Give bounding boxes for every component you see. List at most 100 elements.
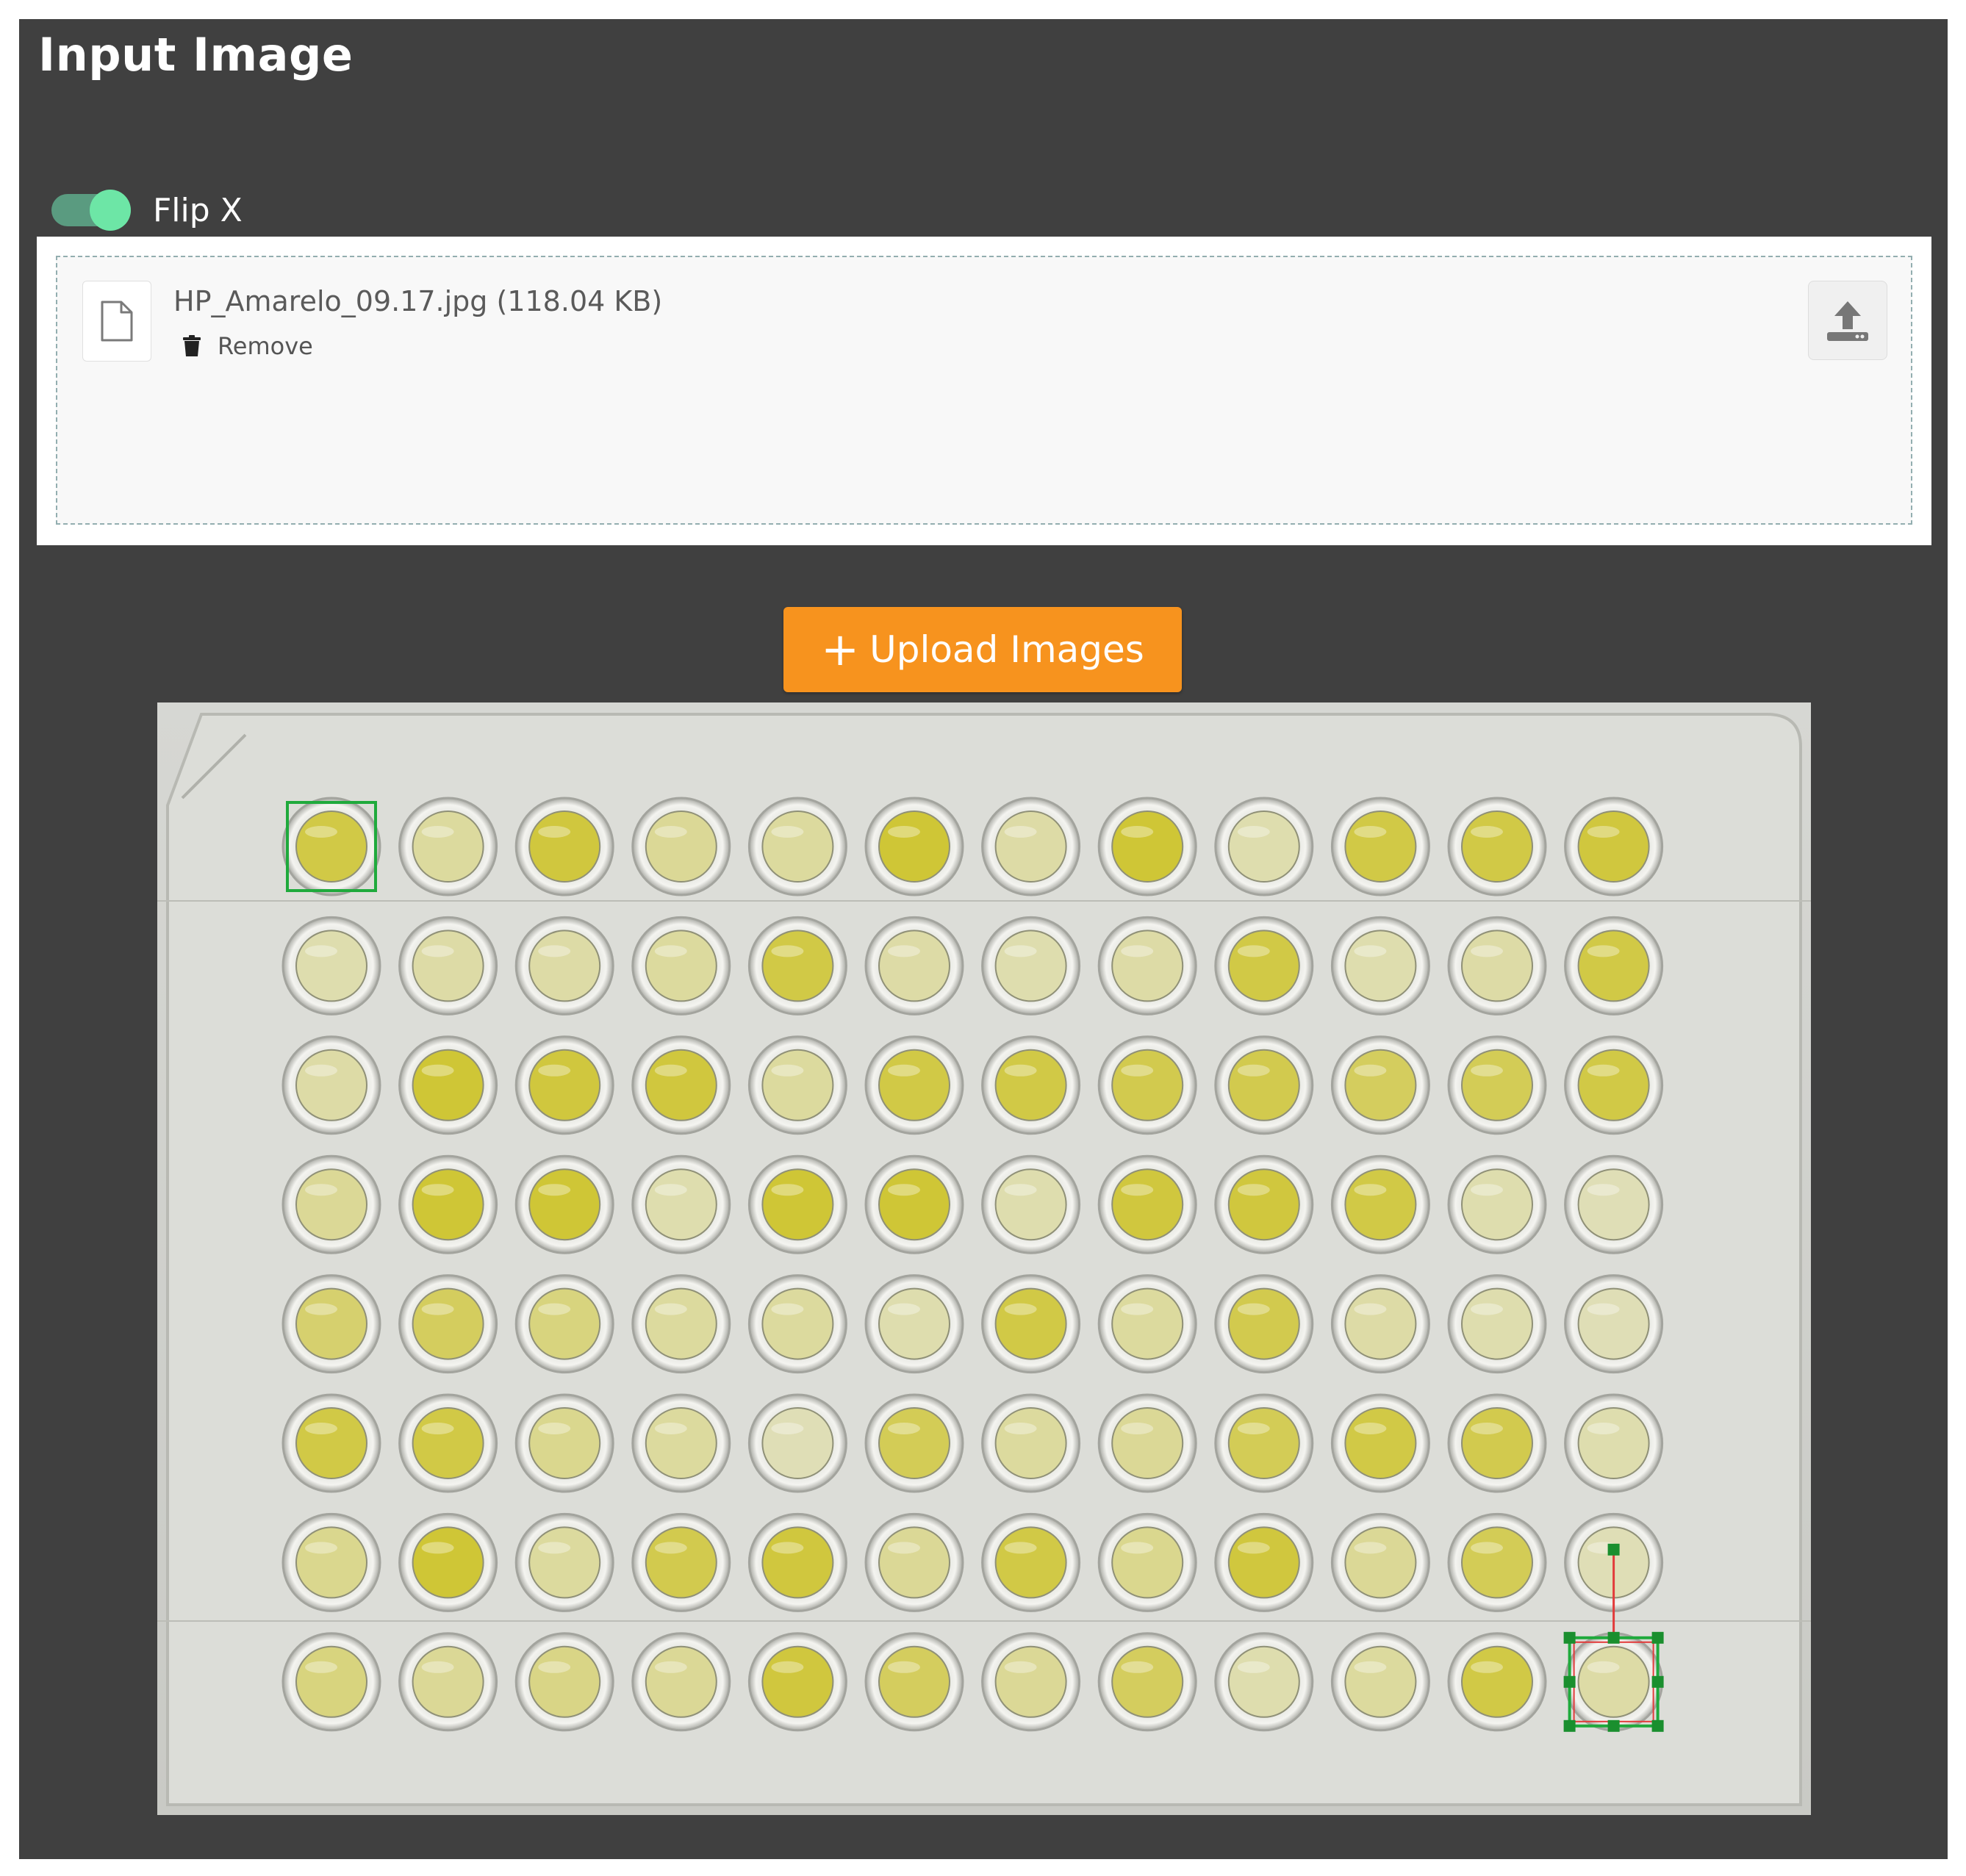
resize-handle[interactable] bbox=[1563, 1719, 1576, 1732]
file-icon bbox=[82, 281, 151, 362]
well-D9 bbox=[1214, 1154, 1314, 1254]
well-F12 bbox=[1564, 1393, 1664, 1493]
well-F1 bbox=[281, 1393, 381, 1493]
well-E8 bbox=[1097, 1274, 1197, 1374]
upload-images-button[interactable]: + Upload Images bbox=[783, 607, 1182, 692]
well-H10 bbox=[1330, 1632, 1430, 1732]
well-G8 bbox=[1097, 1512, 1197, 1612]
well-D7 bbox=[981, 1154, 1081, 1254]
well-A11 bbox=[1447, 797, 1547, 896]
well-F8 bbox=[1097, 1393, 1197, 1493]
well-F10 bbox=[1330, 1393, 1430, 1493]
upload-images-label: Upload Images bbox=[869, 628, 1144, 671]
upload-icon-button[interactable] bbox=[1808, 281, 1887, 360]
well-A1 bbox=[281, 797, 381, 896]
plate-image[interactable] bbox=[157, 702, 1811, 1815]
well-D5 bbox=[747, 1154, 847, 1254]
well-H1 bbox=[281, 1632, 381, 1732]
toggle-knob bbox=[90, 190, 131, 231]
resize-handle[interactable] bbox=[1651, 1675, 1664, 1688]
well-G6 bbox=[864, 1512, 964, 1612]
well-G10 bbox=[1330, 1512, 1430, 1612]
file-dropzone-container: HP_Amarelo_09.17.jpg (118.04 KB) Remove bbox=[37, 237, 1931, 545]
well-B10 bbox=[1330, 916, 1430, 1016]
well-H5 bbox=[747, 1632, 847, 1732]
plus-icon: + bbox=[821, 622, 860, 676]
well-G11 bbox=[1447, 1512, 1547, 1612]
flip-x-toggle[interactable] bbox=[51, 190, 131, 231]
well-F3 bbox=[514, 1393, 614, 1493]
well-A2 bbox=[398, 797, 498, 896]
well-D8 bbox=[1097, 1154, 1197, 1254]
well-F6 bbox=[864, 1393, 964, 1493]
well-G3 bbox=[514, 1512, 614, 1612]
file-name: HP_Amarelo_09.17.jpg (118.04 KB) bbox=[173, 285, 663, 317]
well-C6 bbox=[864, 1035, 964, 1135]
well-B1 bbox=[281, 916, 381, 1016]
well-C7 bbox=[981, 1035, 1081, 1135]
well-A10 bbox=[1330, 797, 1430, 896]
remove-file-button[interactable]: Remove bbox=[182, 332, 313, 360]
well-F9 bbox=[1214, 1393, 1314, 1493]
well-C9 bbox=[1214, 1035, 1314, 1135]
well-G1 bbox=[281, 1512, 381, 1612]
trash-icon bbox=[182, 335, 201, 357]
well-D4 bbox=[631, 1154, 731, 1254]
well-B6 bbox=[864, 916, 964, 1016]
well-C5 bbox=[747, 1035, 847, 1135]
well-C1 bbox=[281, 1035, 381, 1135]
well-H3 bbox=[514, 1632, 614, 1732]
well-D3 bbox=[514, 1154, 614, 1254]
rotate-handle[interactable] bbox=[1607, 1543, 1620, 1556]
well-G9 bbox=[1214, 1512, 1314, 1612]
well-F11 bbox=[1447, 1393, 1547, 1493]
well-G7 bbox=[981, 1512, 1081, 1612]
well-E12 bbox=[1564, 1274, 1664, 1374]
well-F2 bbox=[398, 1393, 498, 1493]
file-dropzone[interactable]: HP_Amarelo_09.17.jpg (118.04 KB) Remove bbox=[56, 256, 1912, 525]
well-H6 bbox=[864, 1632, 964, 1732]
well-A6 bbox=[864, 797, 964, 896]
well-H11 bbox=[1447, 1632, 1547, 1732]
resize-handle[interactable] bbox=[1607, 1631, 1620, 1644]
well-G2 bbox=[398, 1512, 498, 1612]
well-E2 bbox=[398, 1274, 498, 1374]
well-E6 bbox=[864, 1274, 964, 1374]
resize-handle[interactable] bbox=[1563, 1675, 1576, 1688]
input-image-panel: Input Image Flip X HP_Amarelo_09.17.jpg … bbox=[19, 19, 1948, 1859]
well-A9 bbox=[1214, 797, 1314, 896]
resize-handle[interactable] bbox=[1563, 1631, 1576, 1644]
well-D1 bbox=[281, 1154, 381, 1254]
resize-handle[interactable] bbox=[1651, 1631, 1664, 1644]
resize-handle[interactable] bbox=[1651, 1719, 1664, 1732]
well-F5 bbox=[747, 1393, 847, 1493]
well-A7 bbox=[981, 797, 1081, 896]
well-B12 bbox=[1564, 916, 1664, 1016]
well-D12 bbox=[1564, 1154, 1664, 1254]
well-D6 bbox=[864, 1154, 964, 1254]
well-H2 bbox=[398, 1632, 498, 1732]
well-G5 bbox=[747, 1512, 847, 1612]
remove-label: Remove bbox=[218, 332, 313, 360]
well-E3 bbox=[514, 1274, 614, 1374]
well-E7 bbox=[981, 1274, 1081, 1374]
page-title: Input Image bbox=[38, 28, 354, 82]
well-A4 bbox=[631, 797, 731, 896]
well-E9 bbox=[1214, 1274, 1314, 1374]
plate-image-canvas[interactable] bbox=[157, 702, 1811, 1815]
well-C2 bbox=[398, 1035, 498, 1135]
resize-handle[interactable] bbox=[1607, 1719, 1620, 1732]
well-F4 bbox=[631, 1393, 731, 1493]
well-B11 bbox=[1447, 916, 1547, 1016]
well-H4 bbox=[631, 1632, 731, 1732]
well-E5 bbox=[747, 1274, 847, 1374]
well-B9 bbox=[1214, 916, 1314, 1016]
well-H9 bbox=[1214, 1632, 1314, 1732]
well-A12 bbox=[1564, 797, 1664, 896]
flip-x-toggle-row: Flip X bbox=[51, 188, 243, 232]
well-B2 bbox=[398, 916, 498, 1016]
well-E1 bbox=[281, 1274, 381, 1374]
well-E11 bbox=[1447, 1274, 1547, 1374]
well-H12 bbox=[1564, 1632, 1664, 1732]
well-C11 bbox=[1447, 1035, 1547, 1135]
